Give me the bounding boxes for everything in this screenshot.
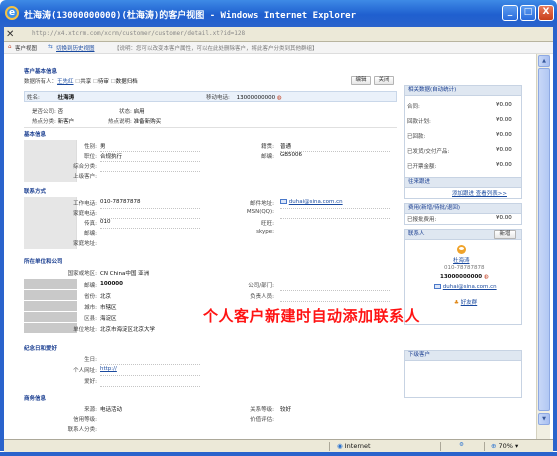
stat-invoiced: ¥0.00 [496, 162, 512, 168]
window-frame-right [553, 27, 557, 451]
page-content: 客户基本信息 数据所有人：王先红 ☐共享 ☐待审 ☐数据归档 编辑 关闭 姓名:… [4, 54, 553, 439]
mobile-row: 移动电话: 13000000000 ◍ [206, 95, 282, 101]
globe-icon: ◉ [337, 442, 343, 450]
mail-icon [434, 284, 441, 289]
position-value: 合规执行 [100, 154, 123, 160]
sub-panel: 下级客户 [404, 350, 522, 398]
overview-status: 状态: 启用 [119, 109, 145, 115]
window-title: 杜海涛(13000000000)(杜海涛)的客户视图 - Windows Int… [24, 11, 356, 21]
ie-page-icon: ✕ [6, 29, 15, 40]
contact-phone: 010-78787878 [444, 265, 485, 271]
maximize-button[interactable]: □ [520, 5, 536, 21]
zone-label: ◉ Internet [337, 442, 371, 450]
province-value: 北京 [100, 294, 112, 300]
contact-mobile: 13000000000 ◍ [440, 274, 489, 280]
flag-archive[interactable]: 数据归档 [116, 79, 138, 85]
overview-hot-class: 热点分类: 新客户 [32, 119, 75, 125]
scroll-down-arrow[interactable]: ▼ [538, 413, 550, 425]
contact-email-link[interactable]: duhai@sina.com.cn [443, 284, 497, 290]
window-frame-bottom [0, 452, 557, 456]
zip-value: GB5006 [280, 152, 303, 158]
overview-company: 是否公司: 否 [32, 109, 64, 115]
address-value: 北京市海淀区北京大学 [100, 327, 156, 333]
customer-view-tab[interactable]: 客户视图 [15, 44, 37, 52]
address-url[interactable]: http://x4.xtcrm.com/xcrm/customer/custom… [32, 30, 245, 37]
close-button[interactable]: X [538, 5, 554, 21]
group-icon: ♣ [454, 300, 459, 306]
company-title: 所在单位和公司 [24, 259, 63, 265]
company-zip-value: 100000 [100, 281, 123, 287]
city-value: 市辖区 [100, 305, 117, 311]
page-toolbar: ⌂ 客户视图 ⇆ 切换到历史视图 【说明：您可以改变本客户属性，可以在此处删除客… [4, 42, 553, 54]
annotation-overlay: 个人客户新建时自动添加联系人 [203, 307, 421, 325]
edit-button[interactable]: 编辑 [351, 76, 371, 85]
contact-extra: ♣ 好友群 [454, 300, 478, 306]
overview-hot-desc: 热点说明: 准备新购买 [108, 119, 162, 125]
business-title: 商务信息 [24, 396, 47, 402]
country-value: CN China中国 亚洲 [100, 271, 150, 277]
delete-button[interactable]: 关闭 [374, 76, 394, 85]
creator-row: 数据所有人：王先红 ☐共享 ☐待审 ☐数据归档 [24, 79, 138, 85]
scroll-up-arrow[interactable]: ▲ [538, 55, 550, 67]
creator-link[interactable]: 王先红 [57, 79, 74, 85]
stat-plan: ¥0.00 [496, 117, 512, 123]
customer-view-icon: ⌂ [8, 44, 12, 50]
follow-link[interactable]: 添加跟进 查看列表>> [452, 189, 507, 197]
email-link[interactable]: duhai@sina.com.cn [289, 199, 343, 205]
name-row: 姓名: 杜海涛 [27, 95, 75, 101]
fax-value: 010 [100, 219, 111, 225]
toolbar-hint: 【说明：您可以改变本客户属性，可以在此处删除客户，将此客户分类到其他群组】 [114, 46, 318, 52]
flag-share[interactable]: 共享 [80, 79, 91, 85]
stat-contract: ¥0.00 [496, 102, 512, 108]
contact-avatar [457, 245, 466, 256]
basic-section-title: 客户基本信息 [24, 69, 58, 75]
switch-icon: ⇆ [48, 44, 53, 50]
homepage-link[interactable]: http:// [100, 366, 117, 372]
relation-value: 较好 [280, 407, 292, 413]
window-titlebar: e 杜海涛(13000000000)(杜海涛)的客户视图 - Windows I… [0, 0, 557, 27]
minimize-button[interactable]: _ [502, 5, 518, 21]
add-contact-button[interactable]: 新增 [494, 230, 516, 239]
stat-delivered: ¥0.00 [496, 147, 512, 153]
zoom-icon: ⊕ [491, 442, 497, 450]
memorial-title: 纪念日和爱好 [24, 346, 58, 352]
follow-title: 往来跟进 [405, 178, 521, 188]
contact-title: 联系方式 [24, 189, 47, 195]
base-info-title: 基本信息 [24, 132, 47, 138]
ie-logo-icon: e [5, 6, 19, 20]
contact-name-link[interactable]: 杜海涛 [453, 256, 470, 264]
scroll-thumb[interactable] [538, 68, 550, 411]
status-bar: ◉ Internet ⚙ ⊕ 70% ▾ [4, 439, 553, 452]
vertical-scrollbar[interactable]: ▲ ▼ [536, 54, 550, 439]
email-row: duhai@sina.com.cn [280, 199, 343, 205]
person-icon [457, 245, 466, 254]
native-value: 普通 [280, 144, 292, 150]
source-value: 电话活动 [100, 407, 123, 413]
address-bar: ✕ http://x4.xtcrm.com/xcrm/customer/cust… [4, 27, 553, 42]
stat-received: ¥0.00 [496, 132, 512, 138]
expense-title: 费用(新增/待批/退回) [405, 204, 521, 214]
stats-title: 相关数据(自动统计) [405, 86, 521, 96]
zoom-control[interactable]: ⊕ 70% ▾ [491, 442, 518, 450]
switch-history-link[interactable]: 切换到历史视图 [56, 44, 95, 52]
expense-value: ¥0.00 [496, 215, 512, 221]
flag-audit[interactable]: 待审 [98, 79, 109, 85]
sub-title: 下级客户 [405, 351, 521, 361]
protected-mode-icon: ⚙ [459, 442, 464, 448]
district-value: 海淀区 [100, 316, 117, 322]
contact-email-row: duhai@sina.com.cn [434, 284, 497, 290]
work-phone-value: 010-78787878 [100, 199, 141, 205]
mail-icon [280, 199, 287, 204]
gender-value: 男 [100, 144, 106, 150]
